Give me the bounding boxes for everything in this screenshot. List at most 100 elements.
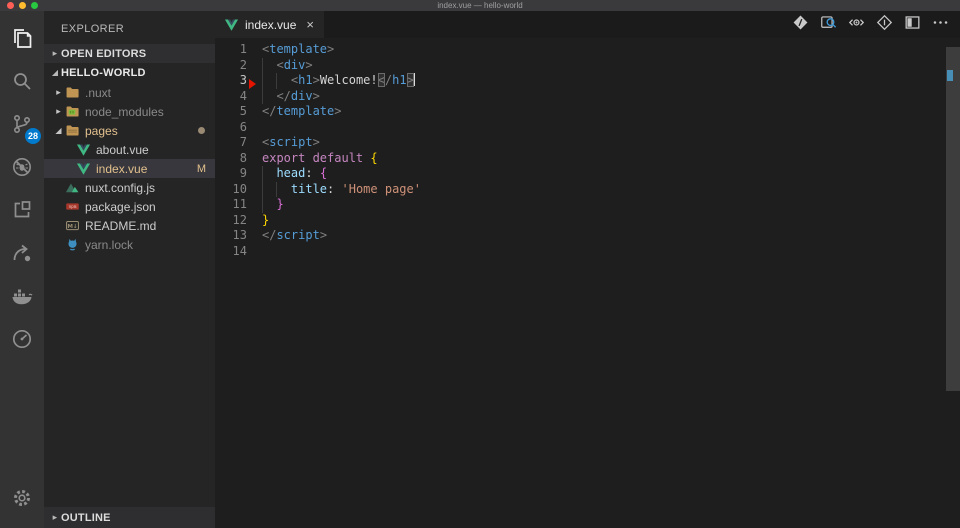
line-content	[247, 120, 960, 136]
code-line-10: 10 title: 'Home page'	[215, 182, 960, 198]
chevron-right-icon[interactable]: ▸	[53, 107, 64, 117]
token: script	[269, 135, 312, 149]
line-number: 9	[215, 166, 247, 182]
tree-item-label: pages	[85, 124, 118, 138]
sidebar-title: EXPLORER	[44, 11, 215, 44]
token: }	[262, 213, 269, 227]
token	[262, 166, 276, 180]
token: 'Home page'	[342, 182, 421, 196]
token: head	[276, 166, 305, 180]
editor-action-code-preview[interactable]	[846, 14, 867, 35]
editor-actions	[790, 11, 960, 38]
token: }	[276, 197, 283, 211]
tree-item-nuxt-config-js[interactable]: nuxt.config.js	[44, 178, 215, 197]
debug-disabled-icon	[10, 155, 34, 184]
token: >	[313, 73, 320, 87]
line-content: export default {	[247, 151, 960, 167]
activity-item-time-gauge[interactable]	[0, 320, 44, 363]
tree-item--nuxt[interactable]: ▸.nuxt	[44, 83, 215, 102]
token	[313, 166, 320, 180]
code-line-5: 5</template>	[215, 104, 960, 120]
token: h1	[392, 73, 406, 87]
outline-section[interactable]: ▸ OUTLINE	[44, 507, 215, 528]
explorer-sidebar: EXPLORER ▸ OPEN EDITORS ◢ HELLO-WORLD ▸.…	[44, 11, 215, 528]
token: {	[320, 166, 327, 180]
tab-bar: index.vue ×	[215, 11, 960, 38]
window-title: index.vue — hello-world	[0, 0, 960, 11]
tree-item-yarn-lock[interactable]: yarn.lock	[44, 235, 215, 254]
activity-item-share[interactable]	[0, 234, 44, 277]
editor-action-split-editor[interactable]	[902, 14, 923, 35]
scm-changes-badge: 28	[25, 128, 41, 144]
indent-guide	[262, 166, 263, 182]
token: >	[313, 89, 320, 103]
activity-item-explorer[interactable]	[0, 19, 44, 62]
token: script	[276, 228, 319, 242]
workspace-section[interactable]: ◢ HELLO-WORLD	[44, 63, 215, 82]
activity-item-debug-disabled[interactable]	[0, 148, 44, 191]
activity-bar-bottom	[0, 479, 44, 522]
line-content: </script>	[247, 228, 960, 244]
code-line-3: 3 <h1>Welcome!</h1>	[215, 73, 960, 89]
tree-item-package-json[interactable]: npmpackage.json	[44, 197, 215, 216]
activity-item-source-control[interactable]: 28	[0, 105, 44, 148]
tree-item-index-vue[interactable]: index.vueM	[44, 159, 215, 178]
indent-guide	[276, 73, 277, 89]
title-bar: index.vue — hello-world	[0, 0, 960, 11]
close-tab-icon[interactable]: ×	[306, 18, 314, 31]
editor-action-more-actions[interactable]	[930, 14, 951, 35]
token: >	[407, 73, 414, 87]
docker-whale-icon	[10, 284, 34, 313]
editor-scrollbar[interactable]	[946, 38, 960, 528]
activity-bar: 28	[0, 11, 44, 528]
tab-index-vue[interactable]: index.vue ×	[215, 11, 324, 38]
chevron-expanded-icon[interactable]: ◢	[53, 126, 64, 135]
scrollbar-thumb[interactable]	[946, 47, 960, 391]
line-number: 4	[215, 89, 247, 105]
token: </	[276, 89, 290, 103]
line-content: </template>	[247, 104, 960, 120]
chevron-right-icon[interactable]: ▸	[53, 88, 64, 98]
line-content: <div>	[247, 58, 960, 74]
open-editors-section[interactable]: ▸ OPEN EDITORS	[44, 44, 215, 63]
diamond-format-icon	[791, 13, 810, 37]
code-editor[interactable]: 1<template>2 <div>3 <h1>Welcome!</h1>4 <…	[215, 38, 960, 528]
indent-guide	[262, 182, 263, 198]
editor-group: index.vue × 1<template>2 <div>3 <h1>Welc…	[215, 11, 960, 528]
line-number: 1	[215, 42, 247, 58]
editor-action-format-document[interactable]	[790, 14, 811, 35]
workspace-label: HELLO-WORLD	[61, 67, 146, 79]
tree-item-pages[interactable]: ◢ pages	[44, 121, 215, 140]
token: </	[262, 228, 276, 242]
tree-item-readme-md[interactable]: M↓README.md	[44, 216, 215, 235]
indent-guide	[262, 89, 263, 105]
code-lines: 1<template>2 <div>3 <h1>Welcome!</h1>4 <…	[215, 38, 960, 259]
token: >	[305, 58, 312, 72]
tree-item-about-vue[interactable]: about.vue	[44, 140, 215, 159]
preview-search-icon	[819, 13, 838, 37]
token: /	[385, 73, 392, 87]
editor-action-component-preview[interactable]	[874, 14, 895, 35]
token: div	[284, 58, 306, 72]
activity-item-extensions[interactable]	[0, 191, 44, 234]
token: <	[276, 58, 283, 72]
file-tree: ▸.nuxt▸node_modules ◢ pages about.vueindex.…	[44, 83, 215, 254]
line-number: 2	[215, 58, 247, 74]
code-line-6: 6	[215, 120, 960, 136]
token: template	[276, 104, 334, 118]
tree-item-node-modules[interactable]: ▸node_modules	[44, 102, 215, 121]
git-modified-badge: M	[197, 163, 206, 175]
activity-item-docker[interactable]	[0, 277, 44, 320]
activity-item-search[interactable]	[0, 62, 44, 105]
nuxt-icon	[64, 180, 80, 196]
editor-action-search-preview[interactable]	[818, 14, 839, 35]
code-line-4: 4 </div>	[215, 89, 960, 105]
share-arrow-icon	[10, 241, 34, 270]
token	[334, 182, 341, 196]
activity-item-settings[interactable]	[0, 479, 44, 522]
token: </	[262, 104, 276, 118]
token: h1	[298, 73, 312, 87]
line-content: }	[247, 197, 960, 213]
extensions-icon	[10, 198, 34, 227]
token: {	[370, 151, 377, 165]
